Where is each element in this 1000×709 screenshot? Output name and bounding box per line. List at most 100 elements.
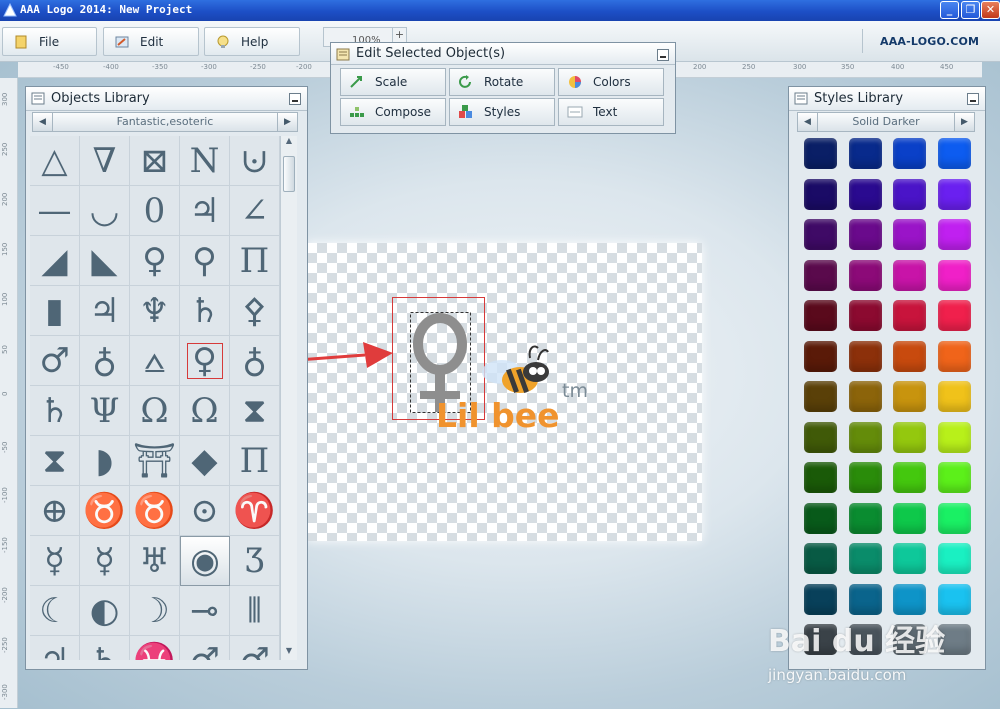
symbol-tile[interactable]: ⊸ (180, 586, 230, 636)
color-swatch[interactable] (893, 259, 926, 291)
styles-button[interactable]: Styles (449, 98, 555, 126)
symbol-tile[interactable]: ◣ (80, 236, 130, 286)
symbol-tile[interactable]: ♃ (30, 636, 80, 660)
symbol-tile[interactable]: ♂ (180, 636, 230, 660)
color-swatch[interactable] (893, 340, 926, 372)
symbol-tile[interactable]: ◢ (30, 236, 80, 286)
symbol-tile[interactable]: ♁ (80, 336, 130, 386)
color-swatch[interactable] (804, 138, 837, 169)
color-swatch[interactable] (804, 340, 837, 372)
objects-library-minimize-button[interactable] (289, 93, 301, 105)
symbol-tile[interactable]: ☿ (30, 536, 80, 586)
symbol-tile[interactable]: ♃ (80, 286, 130, 336)
styles-prev-category-button[interactable]: ◀ (798, 113, 818, 131)
symbol-tile[interactable]: ☾ (30, 586, 80, 636)
color-swatch[interactable] (848, 421, 882, 453)
color-swatch[interactable] (893, 178, 926, 210)
symbol-tile[interactable]: ♂ (30, 336, 80, 386)
symbol-tile[interactable]: ♄ (30, 386, 80, 436)
symbol-tile[interactable]: ⛩ (130, 436, 180, 486)
colors-button[interactable]: Colors (558, 68, 664, 96)
color-swatch[interactable] (804, 502, 837, 534)
color-swatch[interactable] (937, 381, 971, 412)
symbol-tile[interactable]: ◆ (180, 436, 230, 486)
color-swatch[interactable] (804, 300, 837, 331)
symbol-tile[interactable]: ⚴ (230, 286, 280, 336)
color-swatch[interactable] (804, 259, 837, 291)
color-swatch[interactable] (937, 462, 971, 493)
symbol-tile[interactable]: ☽ (130, 586, 180, 636)
edit-panel-minimize-button[interactable] (657, 49, 669, 61)
color-swatch[interactable] (848, 462, 882, 493)
logo-text[interactable]: Lil bee (436, 396, 560, 435)
symbol-tile[interactable]: 0 (130, 186, 180, 236)
scroll-up-arrow-icon[interactable]: ▲ (282, 136, 296, 150)
symbol-tile[interactable]: ⊕ (30, 486, 80, 536)
symbol-tile[interactable]: ⊠ (130, 136, 180, 186)
symbol-tile[interactable]: ◡ (80, 186, 130, 236)
symbol-tile[interactable]: N (180, 136, 230, 186)
symbol-tile[interactable]: △ (30, 136, 80, 186)
symbol-tile[interactable]: ⦀ (230, 586, 280, 636)
color-swatch[interactable] (893, 543, 926, 574)
symbol-tile[interactable]: Π (230, 436, 280, 486)
symbol-tile[interactable]: ∠ (230, 186, 280, 236)
color-swatch[interactable] (848, 259, 882, 291)
symbol-tile[interactable]: Ʒ (230, 536, 280, 586)
color-swatch[interactable] (937, 300, 971, 331)
symbol-tile[interactable]: ⧗ (30, 436, 80, 486)
scrollbar-thumb[interactable] (283, 156, 295, 192)
compose-button[interactable]: Compose (340, 98, 446, 126)
symbol-tile[interactable]: ♅ (130, 536, 180, 586)
color-swatch[interactable] (937, 502, 971, 534)
color-swatch[interactable] (937, 219, 971, 250)
symbol-tile[interactable]: ♓ (130, 636, 180, 660)
symbol-tile[interactable]: ☿ (80, 536, 130, 586)
symbol-tile[interactable]: Ψ (80, 386, 130, 436)
color-swatch[interactable] (937, 259, 971, 291)
symbol-tile[interactable]: ♂ (230, 636, 280, 660)
symbol-tile[interactable]: ∇ (80, 136, 130, 186)
symbol-tile[interactable]: — (30, 186, 80, 236)
objects-scrollbar[interactable]: ▲ ▼ (280, 136, 297, 660)
symbol-tile[interactable]: ⩟ (130, 336, 180, 386)
color-swatch[interactable] (937, 138, 971, 169)
color-swatch[interactable] (804, 543, 837, 574)
color-swatch[interactable] (893, 502, 926, 534)
symbol-tile[interactable]: ♀ (180, 336, 230, 386)
symbol-tile[interactable]: Ω (130, 386, 180, 436)
symbol-tile[interactable]: Π (230, 236, 280, 286)
color-swatch[interactable] (893, 300, 926, 331)
color-swatch[interactable] (893, 462, 926, 493)
color-swatch[interactable] (893, 421, 926, 453)
color-swatch[interactable] (848, 300, 882, 331)
symbol-tile[interactable]: ⚲ (180, 236, 230, 286)
styles-library-minimize-button[interactable] (967, 93, 979, 105)
color-swatch[interactable] (848, 502, 882, 534)
symbol-tile[interactable]: ♆ (130, 286, 180, 336)
symbol-tile[interactable]: Ω (180, 386, 230, 436)
objects-category-selector[interactable]: ◀ Fantastic,esoteric ▶ (32, 112, 298, 132)
symbol-tile[interactable]: ♉ (130, 486, 180, 536)
symbol-tile[interactable]: ◉ (180, 536, 230, 586)
color-swatch[interactable] (937, 340, 971, 372)
objects-next-category-button[interactable]: ▶ (277, 113, 297, 131)
color-swatch[interactable] (848, 219, 882, 250)
text-button[interactable]: Text (558, 98, 664, 126)
color-swatch[interactable] (937, 421, 971, 453)
symbol-tile[interactable]: ◗ (80, 436, 130, 486)
file-menu-button[interactable]: File (2, 27, 97, 56)
edit-menu-button[interactable]: Edit (103, 27, 199, 56)
scale-button[interactable]: Scale (340, 68, 446, 96)
symbol-tile[interactable]: ♄ (80, 636, 130, 660)
color-swatch[interactable] (804, 381, 837, 412)
symbol-tile[interactable]: ♁ (230, 336, 280, 386)
objects-prev-category-button[interactable]: ◀ (33, 113, 53, 131)
color-swatch[interactable] (848, 178, 882, 210)
styles-next-category-button[interactable]: ▶ (954, 113, 974, 131)
color-swatch[interactable] (804, 178, 837, 210)
minimize-button[interactable]: _ (940, 1, 959, 19)
symbol-tile[interactable]: ♄ (180, 286, 230, 336)
symbol-tile[interactable]: ♀ (130, 236, 180, 286)
symbol-tile[interactable]: ♉ (80, 486, 130, 536)
